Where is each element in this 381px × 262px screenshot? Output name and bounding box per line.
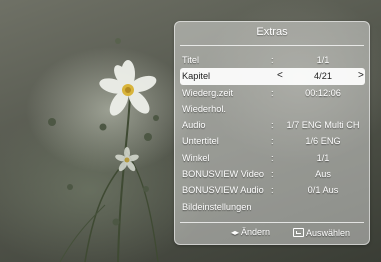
left-right-arrows-icon: ◂▸ bbox=[231, 228, 240, 237]
row-value: 1/7 ENG Multi CH bbox=[286, 120, 360, 131]
footer-divider bbox=[180, 222, 364, 223]
change-hint: ◂▸ Ändern bbox=[231, 227, 270, 237]
row-wiedergabezeit[interactable]: Wiederg.zeit : 00:12:06 bbox=[180, 85, 365, 101]
row-winkel[interactable]: Winkel : 1/1 bbox=[180, 150, 365, 166]
enter-icon bbox=[293, 228, 304, 237]
select-hint: Auswählen bbox=[293, 227, 350, 238]
row-label: Kapitel bbox=[182, 71, 211, 82]
row-titel[interactable]: Titel : 1/1 bbox=[180, 52, 365, 68]
row-colon: : bbox=[271, 169, 274, 180]
row-colon: : bbox=[271, 136, 274, 147]
row-colon: : bbox=[271, 120, 274, 131]
row-label: Untertitel bbox=[182, 136, 219, 147]
row-kapitel[interactable]: Kapitel < 4/21 > bbox=[180, 68, 365, 85]
extras-panel: Extras Titel : 1/1 Kapitel < 4/21 > Wied… bbox=[174, 21, 370, 245]
button-hints: ◂▸ Ändern Auswählen bbox=[175, 225, 363, 241]
row-label: Bildeinstellungen bbox=[182, 201, 252, 212]
row-audio[interactable]: Audio : 1/7 ENG Multi CH bbox=[180, 117, 365, 133]
row-bildeinstellungen[interactable]: Bildeinstellungen bbox=[180, 199, 365, 215]
extras-list: Titel : 1/1 Kapitel < 4/21 > Wiederg.zei… bbox=[180, 52, 365, 215]
row-label: BONUSVIEW Audio bbox=[182, 185, 264, 196]
title-divider bbox=[180, 45, 364, 46]
row-label: Winkel bbox=[182, 152, 210, 163]
row-untertitel[interactable]: Untertitel : 1/6 ENG bbox=[180, 133, 365, 149]
select-hint-label: Auswählen bbox=[306, 228, 351, 238]
change-hint-label: Ändern bbox=[241, 227, 271, 237]
row-label: Wiederhol. bbox=[182, 103, 226, 114]
row-bonusview-audio[interactable]: BONUSVIEW Audio : 0/1 Aus bbox=[180, 182, 365, 198]
row-label: Audio bbox=[182, 120, 206, 131]
video-background: Extras Titel : 1/1 Kapitel < 4/21 > Wied… bbox=[0, 0, 381, 262]
row-wiederholen[interactable]: Wiederhol. bbox=[180, 101, 365, 117]
row-value: 1/1 bbox=[316, 152, 330, 163]
row-colon: : bbox=[271, 87, 274, 98]
row-colon: : bbox=[271, 152, 274, 163]
chevron-right-icon[interactable]: > bbox=[358, 68, 364, 84]
row-label: Wiederg.zeit bbox=[182, 87, 234, 98]
row-value: Aus bbox=[315, 169, 331, 180]
row-value: 00:12:06 bbox=[305, 87, 341, 98]
row-label: BONUSVIEW Video bbox=[182, 169, 265, 180]
row-colon: : bbox=[271, 55, 274, 65]
row-bonusview-video[interactable]: BONUSVIEW Video : Aus bbox=[180, 166, 365, 182]
panel-title: Extras bbox=[256, 26, 288, 38]
row-colon: : bbox=[271, 185, 274, 196]
row-label: Titel bbox=[182, 55, 200, 65]
row-value: 4/21 bbox=[314, 71, 332, 82]
row-value: 1/6 ENG bbox=[305, 136, 341, 147]
row-value: 1/1 bbox=[316, 55, 330, 65]
row-value: 0/1 Aus bbox=[307, 185, 339, 196]
